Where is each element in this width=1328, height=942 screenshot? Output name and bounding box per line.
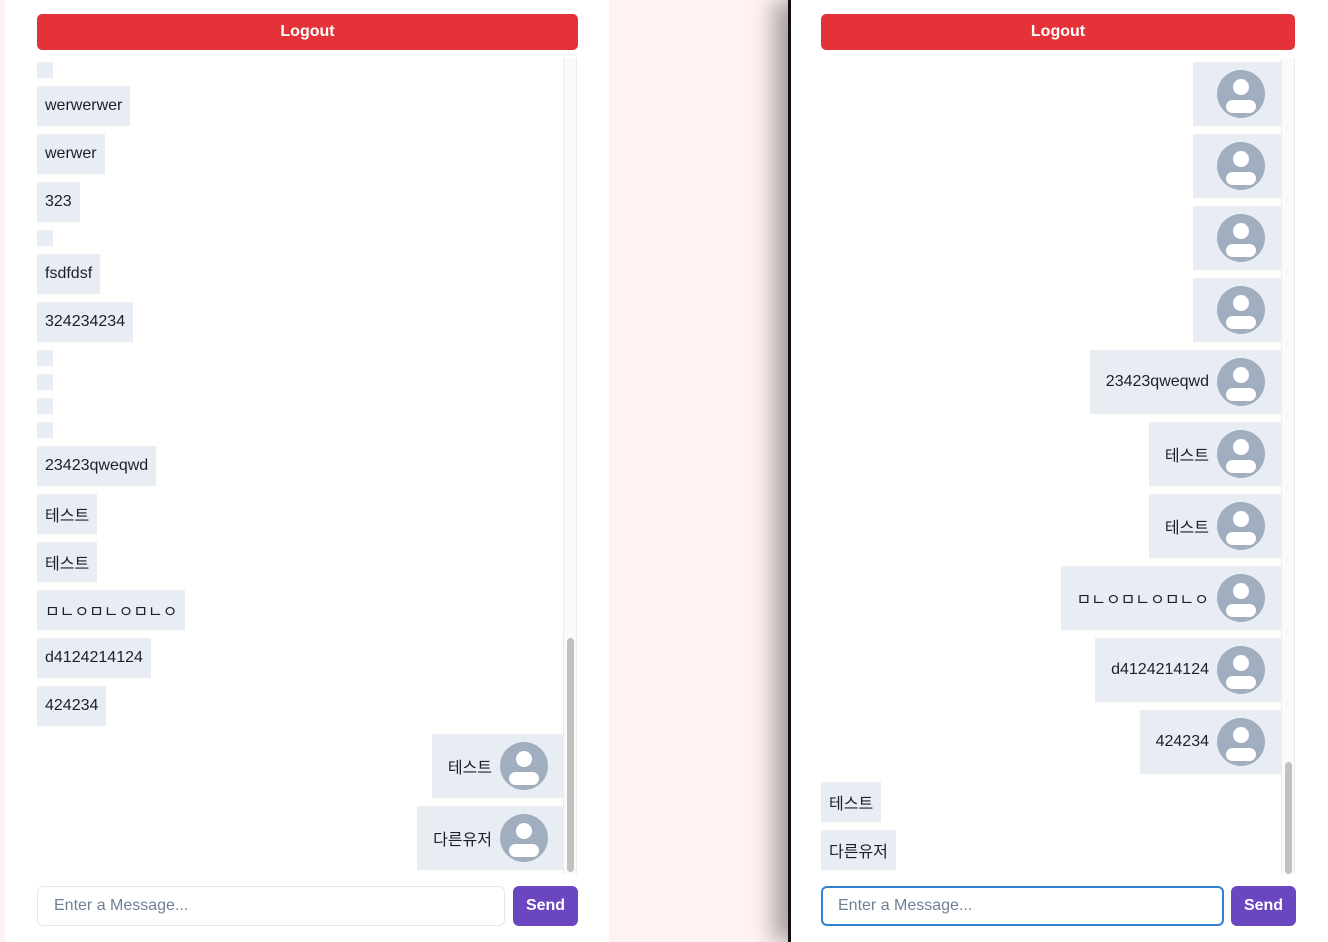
own-message-bubble [1193, 134, 1281, 198]
user-avatar-icon [500, 814, 548, 862]
empty-message [37, 422, 53, 438]
user-avatar-icon [1217, 214, 1265, 262]
empty-message [37, 350, 53, 366]
user-avatar-icon [1217, 574, 1265, 622]
send-button[interactable]: Send [513, 886, 578, 926]
scrollbar[interactable] [563, 58, 577, 874]
chat-pane-right: Logout 23423qweqwd 테스트 테스트 ㅁㄴㅇㅁㄴㅇㅁㄴㅇ d41… [788, 0, 1328, 942]
chat-pane-left: Logout werwerwer werwer 323 fsdfdsf 3242… [5, 0, 609, 942]
message-bubble: werwer [37, 134, 105, 174]
message-text: 23423qweqwd [45, 457, 149, 474]
message-bubble: 다른유저 [821, 830, 896, 870]
message-bubble: 324234234 [37, 302, 134, 342]
message-text: 23423qweqwd [1105, 373, 1209, 390]
message-bubble: 424234 [37, 686, 107, 726]
logout-button[interactable]: Logout [821, 14, 1295, 50]
user-avatar-icon [1217, 70, 1265, 118]
message-bubble: werwerwer [37, 86, 131, 126]
own-message-bubble: d4124214124 [1095, 638, 1281, 702]
message-bubble: 테스트 [37, 494, 98, 534]
message-text: 424234 [1155, 733, 1209, 750]
message-input[interactable] [37, 886, 505, 926]
user-avatar-icon [1217, 502, 1265, 550]
user-avatar-icon [1217, 430, 1265, 478]
empty-message [37, 62, 53, 78]
scrollbar-thumb[interactable] [1285, 762, 1292, 874]
user-avatar-icon [1217, 718, 1265, 766]
message-text: fsdfdsf [45, 265, 93, 282]
scrollbar-thumb[interactable] [567, 638, 574, 872]
user-avatar-icon [1217, 286, 1265, 334]
own-message-bubble: 테스트 [1148, 494, 1281, 558]
message-text: 테스트 [45, 508, 90, 525]
user-avatar-icon [1217, 358, 1265, 406]
own-message-bubble [1193, 62, 1281, 126]
own-message-bubble: ㅁㄴㅇㅁㄴㅇㅁㄴㅇ [1060, 566, 1281, 630]
message-text: ㅁㄴㅇㅁㄴㅇㅁㄴㅇ [45, 604, 178, 621]
own-message-bubble [1193, 278, 1281, 342]
message-text: ㅁㄴㅇㅁㄴㅇㅁㄴㅇ [1076, 592, 1209, 609]
message-text: 테스트 [1164, 520, 1209, 537]
own-message-bubble: 다른유저 [417, 806, 564, 870]
user-avatar-icon [1217, 142, 1265, 190]
user-avatar-icon [1217, 646, 1265, 694]
message-text: 324234234 [45, 313, 126, 330]
message-text: 323 [45, 193, 72, 210]
message-bubble: ㅁㄴㅇㅁㄴㅇㅁㄴㅇ [37, 590, 186, 630]
message-bubble: d4124214124 [37, 638, 151, 678]
message-text: 테스트 [45, 556, 90, 573]
message-list[interactable]: 23423qweqwd 테스트 테스트 ㅁㄴㅇㅁㄴㅇㅁㄴㅇ d412421412… [821, 58, 1281, 874]
message-text: d4124214124 [45, 649, 143, 666]
own-message-bubble: 23423qweqwd [1089, 350, 1281, 414]
empty-message [37, 398, 53, 414]
message-text: 테스트 [447, 760, 492, 777]
own-message-bubble [1193, 206, 1281, 270]
message-bubble: 323 [37, 182, 80, 222]
scrollbar[interactable] [1281, 58, 1295, 874]
message-text: 다른유저 [433, 832, 492, 849]
message-text: 테스트 [1164, 448, 1209, 465]
message-list[interactable]: werwerwer werwer 323 fsdfdsf 324234234 2… [37, 58, 564, 874]
message-bubble: 테스트 [37, 542, 98, 582]
message-bubble: 테스트 [821, 782, 882, 822]
user-avatar-icon [500, 742, 548, 790]
message-input[interactable] [821, 886, 1224, 926]
empty-message [37, 374, 53, 390]
own-message-bubble: 테스트 [431, 734, 564, 798]
message-bubble: 23423qweqwd [37, 446, 157, 486]
message-text: 424234 [45, 697, 99, 714]
own-message-bubble: 424234 [1139, 710, 1281, 774]
message-text: werwer [45, 145, 97, 162]
own-message-bubble: 테스트 [1148, 422, 1281, 486]
message-text: werwerwer [45, 97, 123, 114]
message-text: 테스트 [829, 796, 874, 813]
message-text: d4124214124 [1111, 661, 1209, 678]
send-button[interactable]: Send [1231, 886, 1296, 926]
message-bubble: fsdfdsf [37, 254, 101, 294]
empty-message [37, 230, 53, 246]
logout-button[interactable]: Logout [37, 14, 578, 50]
message-text: 다른유저 [829, 844, 888, 861]
